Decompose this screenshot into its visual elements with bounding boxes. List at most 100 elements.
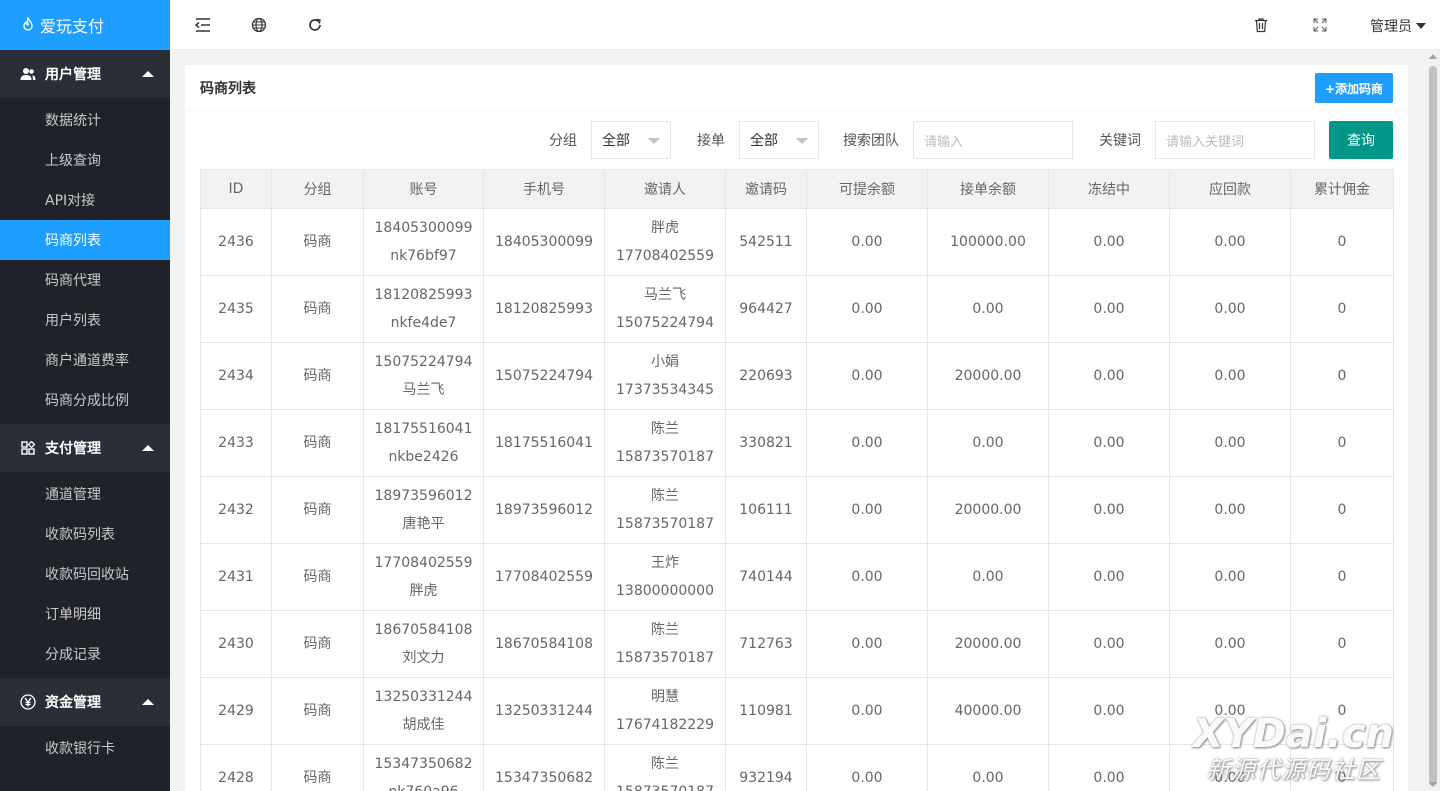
cell-account-text: 18973596012 — [374, 488, 473, 504]
page-scrollbar[interactable] — [1426, 50, 1440, 791]
cell-id-text: 2436 — [218, 234, 254, 250]
cell-inviter-text: 15873570187 — [616, 449, 714, 465]
cell-commission-text: 0 — [1337, 770, 1347, 786]
cell-invite-code-text: 964427 — [739, 301, 793, 317]
nav-sub-list: 通道管理 收款码列表 收款码回收站 订单明细 分成记录 — [0, 472, 170, 678]
sidebar-item[interactable]: API对接 — [0, 180, 170, 220]
cell-withdrawable: 0.00 — [806, 610, 928, 678]
cell-group-text: 码商 — [303, 770, 332, 786]
cell-account-text: 18175516041 — [374, 421, 473, 437]
cell-commission-text: 0 — [1337, 435, 1347, 451]
refresh-icon[interactable] — [306, 16, 324, 34]
cell-invite-code-text: 740144 — [739, 569, 793, 585]
cell-id-text: 2428 — [218, 770, 254, 786]
cell-group: 码商 — [271, 409, 364, 477]
order-select[interactable]: 全部 — [739, 121, 819, 159]
chevron-up-icon — [142, 445, 154, 451]
sidebar-item[interactable]: 通道管理 — [0, 474, 170, 514]
cell-id: 2436 — [200, 208, 272, 276]
cell-frozen-text: 0.00 — [1093, 301, 1125, 317]
cell-inviter: 陈兰 15873570187 — [604, 476, 726, 544]
nav-group-header[interactable]: 支付管理 — [0, 424, 170, 472]
group-select[interactable]: 全部 — [591, 121, 671, 159]
scrollbar-thumb[interactable] — [1429, 66, 1437, 786]
add-merchant-button[interactable]: +添加码商 — [1314, 73, 1393, 103]
cell-frozen: 0.00 — [1048, 342, 1170, 410]
cell-inviter-text: 13800000000 — [616, 583, 714, 599]
cell-phone-text: 17708402559 — [495, 569, 593, 585]
sidebar-item[interactable]: 上级查询 — [0, 140, 170, 180]
cell-phone-text: 15075224794 — [495, 368, 593, 384]
cell-frozen-text: 0.00 — [1093, 368, 1125, 384]
sidebar-item[interactable]: 订单明细 — [0, 594, 170, 634]
query-button[interactable]: 查询 — [1329, 121, 1393, 159]
cell-order-balance-text: 40000.00 — [954, 703, 1022, 719]
sidebar-item[interactable]: 码商分成比例 — [0, 380, 170, 420]
sidebar-item[interactable]: 码商列表 — [0, 220, 170, 260]
menu-fold-icon[interactable] — [194, 16, 212, 34]
order-filter-label: 接单 — [697, 133, 725, 149]
cell-order-balance-text: 0.00 — [972, 301, 1004, 317]
sidebar-item[interactable]: 收款码列表 — [0, 514, 170, 554]
globe-icon[interactable] — [250, 16, 268, 34]
scroll-up-icon[interactable] — [1429, 54, 1437, 59]
cell-id: 2431 — [200, 543, 272, 611]
cell-commission-text: 0 — [1337, 502, 1347, 518]
cell-account: 13250331244 胡成佳 — [363, 677, 484, 745]
users-icon — [20, 66, 36, 82]
keyword-label: 关键词 — [1099, 133, 1141, 149]
nav-group-0: 用户管理 数据统计 上级查询 API对接 码商列表 码商代理 用户列表 商户通道费率 码商分成比… — [0, 50, 170, 424]
cell-invite-code-text: 220693 — [739, 368, 793, 384]
cell-account: 18120825993 nkfe4de7 — [363, 275, 484, 343]
sidebar-item[interactable]: 用户列表 — [0, 300, 170, 340]
team-search-input[interactable]: 请输入 — [913, 121, 1073, 159]
nav-group-header[interactable]: 用户管理 — [0, 50, 170, 98]
sidebar-item[interactable]: 收款银行卡 — [0, 728, 170, 768]
top-header: 管理员 — [170, 0, 1440, 50]
trash-icon[interactable] — [1252, 16, 1270, 34]
app-title: 爱玩支付 — [40, 17, 105, 36]
cell-account-text: 胡成佳 — [402, 717, 445, 733]
cell-frozen: 0.00 — [1048, 409, 1170, 477]
app-logo[interactable]: 爱玩支付 — [0, 0, 170, 50]
cell-id-text: 2429 — [218, 703, 254, 719]
cell-withdrawable: 0.00 — [806, 744, 928, 791]
cell-inviter-text: 明慧 — [651, 689, 679, 705]
cell-commission: 0 — [1290, 476, 1394, 544]
cell-phone: 18405300099 — [483, 208, 605, 276]
cell-inviter: 马兰飞 15075224794 — [604, 275, 726, 343]
cell-commission: 0 — [1290, 744, 1394, 791]
cell-frozen: 0.00 — [1048, 744, 1170, 791]
table-body: 2436 码商 18405300099 nk76bf97 18405300099 胖虎 17… — [200, 208, 1394, 791]
column-header: 账号 — [363, 169, 484, 209]
flame-icon — [23, 17, 33, 31]
scroll-down-icon[interactable] — [1429, 782, 1437, 787]
sidebar-item[interactable]: 收款码回收站 — [0, 554, 170, 594]
group-filter-label: 分组 — [549, 133, 577, 149]
cell-withdrawable-text: 0.00 — [851, 435, 883, 451]
cell-frozen-text: 0.00 — [1093, 636, 1125, 652]
cell-receivable: 0.00 — [1169, 744, 1291, 791]
cell-order-balance-text: 100000.00 — [950, 234, 1026, 250]
chevron-down-icon — [1416, 23, 1426, 29]
sidebar-item[interactable]: 商户通道费率 — [0, 340, 170, 380]
column-header: 接单余额 — [927, 169, 1049, 209]
cell-phone: 18670584108 — [483, 610, 605, 678]
sidebar-item[interactable]: 数据统计 — [0, 100, 170, 140]
user-menu[interactable]: 管理员 — [1370, 16, 1426, 36]
team-search-placeholder: 请输入 — [924, 134, 964, 150]
cell-inviter-text: 陈兰 — [651, 488, 679, 504]
table-row: 2433 码商 18175516041 nkbe2426 18175516041 陈兰 15… — [200, 409, 1394, 477]
cell-account-text: 15075224794 — [374, 354, 473, 370]
cell-invite-code-text: 542511 — [739, 234, 793, 250]
cell-receivable: 0.00 — [1169, 208, 1291, 276]
nav-group-header[interactable]: 资金管理 — [0, 678, 170, 726]
cell-id-text: 2430 — [218, 636, 254, 652]
fullscreen-icon[interactable] — [1311, 16, 1329, 34]
cell-frozen: 0.00 — [1048, 208, 1170, 276]
cell-commission-text: 0 — [1337, 301, 1347, 317]
keyword-input[interactable]: 请输入关键词 — [1155, 121, 1315, 159]
sidebar-item[interactable]: 码商代理 — [0, 260, 170, 300]
sidebar-item[interactable]: 分成记录 — [0, 634, 170, 674]
cell-id: 2428 — [200, 744, 272, 791]
